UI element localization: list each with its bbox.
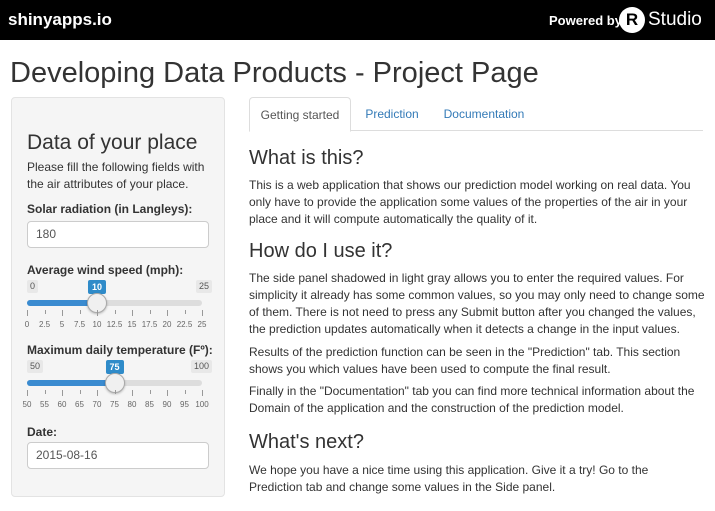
slider-track (27, 300, 202, 306)
slider-tick-label: 5 (59, 320, 65, 329)
sidebar-description: Please fill the following fields with th… (27, 160, 205, 191)
slider-tick-label: 55 (40, 400, 49, 409)
slider-tick (62, 310, 63, 316)
sidebar-heading: Data of your place (27, 131, 198, 154)
slider-min-label: 50 (27, 360, 44, 373)
slider-tick-label: 22.5 (176, 320, 193, 329)
rstudio-logo-icon[interactable]: R (619, 7, 645, 33)
slider-tick (79, 310, 81, 314)
slider-tick (62, 390, 63, 396)
slider-tick-label: 2.5 (38, 320, 51, 329)
wind-speed-label: Average wind speed (mph): (27, 263, 184, 277)
tab-documentation[interactable]: Documentation (435, 97, 533, 131)
slider-tick (132, 390, 133, 396)
slider-tick (97, 390, 98, 396)
slider-tick-label: 10 (92, 320, 102, 329)
slider-max-label: 25 (195, 280, 212, 293)
sidebar-panel: Data of your place Please fill the follo… (11, 97, 225, 497)
slider-tick-label: 25 (197, 320, 207, 329)
date-input[interactable]: 2015-08-16 (27, 442, 209, 469)
slider-tick (202, 310, 203, 316)
brand-logo[interactable]: shinyapps.io (8, 10, 112, 30)
how-heading: How do I use it? (249, 240, 393, 262)
slider-tick (149, 390, 151, 394)
how-paragraph-2: Results of the prediction function can b… (249, 345, 681, 376)
powered-by-label: Powered by (549, 13, 622, 28)
slider-tick-label: 50 (22, 400, 32, 409)
slider-tick-label: 17.5 (141, 320, 158, 329)
slider-tick (114, 310, 116, 314)
whats-next-heading: What's next? (249, 431, 364, 453)
solar-radiation-input[interactable]: 180 (27, 221, 209, 248)
slider-tick-label: 0 (24, 320, 30, 329)
slider-max-label: 100 (190, 360, 212, 373)
slider-tick (184, 390, 186, 394)
slider-tick (149, 310, 151, 314)
slider-tick-label: 15 (127, 320, 137, 329)
rstudio-wordmark[interactable]: Studio (648, 9, 702, 31)
date-label: Date: (27, 425, 58, 439)
page-title: Developing Data Products - Project Page (10, 57, 539, 89)
slider-tick (114, 390, 116, 394)
solar-radiation-label: Solar radiation (in Langleys): (27, 202, 193, 216)
slider-tick (79, 390, 81, 394)
slider-tick-label: 100 (195, 400, 209, 409)
slider-tick-label: 65 (75, 400, 84, 409)
slider-tick-label: 12.5 (106, 320, 123, 329)
max-temperature-label: Maximum daily temperature (Fº): (27, 343, 213, 357)
how-paragraph-3: Finally in the "Documentation" tab you c… (249, 384, 695, 415)
slider-tick (184, 310, 186, 314)
slider-tick (27, 390, 28, 396)
slider-tick-label: 80 (127, 400, 137, 409)
slider-tick-label: 90 (162, 400, 172, 409)
slider-fill (27, 380, 115, 386)
slider-min-label: 0 (27, 280, 39, 293)
slider-tick-label: 60 (57, 400, 67, 409)
what-paragraph: This is a web application that shows our… (249, 178, 691, 226)
slider-tick (27, 310, 28, 316)
how-paragraph-1: The side panel shadowed in light gray al… (249, 271, 705, 336)
whats-next-paragraph: We hope you have a nice time using this … (249, 463, 649, 494)
slider-tick (167, 310, 168, 316)
slider-tick-label: 75 (110, 400, 119, 409)
tab-bar: Getting started Prediction Documentation (249, 97, 703, 132)
slider-tick (97, 310, 98, 316)
slider-value-badge: 10 (87, 280, 107, 294)
wind-speed-slider[interactable]: 0 25 10 0 2.5 5 7.5 10 12.5 15 17.5 20 22.5 25 (24, 280, 212, 340)
slider-tick-label: 85 (145, 400, 154, 409)
slider-tick (44, 310, 46, 314)
what-heading: What is this? (249, 147, 364, 169)
max-temperature-slider[interactable]: 50 100 75 50 55 60 65 70 75 80 85 90 95 100 (23, 360, 212, 420)
slider-tick (202, 390, 203, 396)
tab-prediction[interactable]: Prediction (357, 97, 427, 131)
slider-tick (167, 390, 168, 396)
navbar: shinyapps.io Powered by R Studio (0, 0, 715, 40)
slider-value-badge: 75 (105, 360, 124, 374)
tab-getting-started[interactable]: Getting started (249, 97, 351, 132)
slider-tick-label: 95 (180, 400, 189, 409)
slider-tick-label: 20 (162, 320, 172, 329)
slider-tick (44, 390, 46, 394)
slider-tick-label: 70 (92, 400, 102, 409)
slider-tick (132, 310, 133, 316)
slider-tick-label: 7.5 (73, 320, 86, 329)
